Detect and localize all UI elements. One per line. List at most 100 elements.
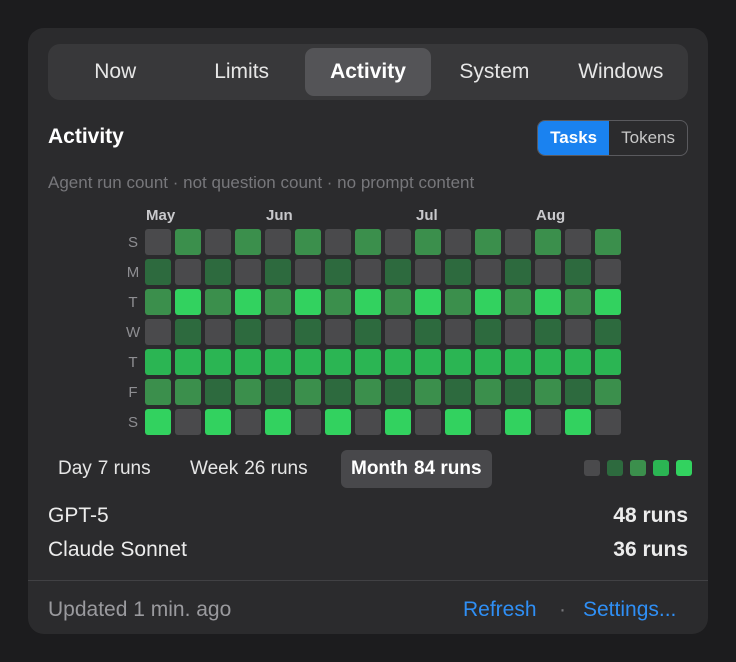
heatmap-cell	[355, 229, 381, 255]
heatmap-cell	[235, 319, 261, 345]
heatmap-cell	[175, 289, 201, 315]
heatmap-cell	[175, 409, 201, 435]
month-label: Jul	[416, 207, 438, 224]
heatmap-cell	[445, 229, 471, 255]
heatmap-cell	[145, 349, 171, 375]
heatmap-cell	[415, 259, 441, 285]
heatmap-cell	[355, 349, 381, 375]
heatmap-cell	[565, 289, 591, 315]
heatmap-cell	[385, 289, 411, 315]
tab-windows[interactable]: Windows	[558, 48, 684, 96]
heatmap-cell	[235, 259, 261, 285]
heatmap-cell	[175, 229, 201, 255]
heatmap-cell	[205, 259, 231, 285]
heatmap-cell	[265, 259, 291, 285]
heatmap-cell	[175, 319, 201, 345]
heatmap-cell	[205, 349, 231, 375]
heatmap-cell	[595, 379, 621, 405]
heatmap-cell	[355, 379, 381, 405]
top-nav: Now Limits Activity System Windows	[48, 44, 688, 100]
heatmap-cell	[295, 349, 321, 375]
heatmap-cell	[265, 229, 291, 255]
heatmap-cell	[505, 319, 531, 345]
heatmap-cell	[145, 409, 171, 435]
updated-status: Updated 1 min. ago	[48, 598, 232, 621]
heatmap-cell	[535, 259, 561, 285]
tab-activity[interactable]: Activity	[304, 48, 432, 96]
heatmap-cell	[595, 229, 621, 255]
heatmap-cell	[205, 289, 231, 315]
model-name-claude: Claude Sonnet	[48, 538, 187, 561]
footer-separator: ·	[559, 598, 566, 621]
heatmap-cell	[265, 409, 291, 435]
heatmap-cell	[475, 379, 501, 405]
heatmap-cell	[565, 349, 591, 375]
heatmap-cell	[445, 409, 471, 435]
section-title: Activity	[48, 125, 124, 148]
period-label: Day	[58, 458, 92, 479]
heatmap-cell	[535, 379, 561, 405]
heatmap-cell	[445, 379, 471, 405]
legend-swatch	[607, 460, 623, 476]
heatmap-cell	[145, 259, 171, 285]
weekday-label: S	[127, 414, 138, 431]
heatmap-cell	[535, 319, 561, 345]
heatmap-cell	[565, 409, 591, 435]
settings-link[interactable]: Settings...	[583, 598, 676, 622]
heatmap-cell	[595, 289, 621, 315]
heatmap-cell	[595, 319, 621, 345]
heatmap-cell	[235, 229, 261, 255]
heatmap-cell	[565, 229, 591, 255]
legend-swatch	[584, 460, 600, 476]
period-day[interactable]: Day 7 runs	[48, 450, 161, 488]
heatmap-cell	[235, 409, 261, 435]
heatmap-cell	[235, 289, 261, 315]
legend-swatch	[630, 460, 646, 476]
toggle-tasks[interactable]: Tasks	[538, 121, 610, 155]
heatmap-cell	[475, 349, 501, 375]
heatmap-cell	[415, 229, 441, 255]
heatmap-cell	[205, 409, 231, 435]
heatmap-cell	[265, 349, 291, 375]
heatmap-cell	[145, 379, 171, 405]
heatmap-cell	[475, 409, 501, 435]
heatmap-cell	[385, 379, 411, 405]
period-month[interactable]: Month 84 runs	[341, 450, 492, 488]
heatmap-cell	[145, 229, 171, 255]
tab-system[interactable]: System	[431, 48, 557, 96]
weekday-label: F	[128, 384, 138, 401]
heatmap-cell	[265, 319, 291, 345]
activity-panel: Now Limits Activity System Windows Activ…	[28, 28, 708, 634]
heatmap-cell	[535, 409, 561, 435]
heatmap-cell	[505, 379, 531, 405]
refresh-link[interactable]: Refresh	[463, 598, 537, 622]
month-label: Aug	[536, 207, 566, 224]
period-week[interactable]: Week 26 runs	[180, 450, 318, 488]
tab-now[interactable]: Now	[52, 48, 178, 96]
heatmap-cell	[295, 229, 321, 255]
heatmap-cell	[505, 289, 531, 315]
heatmap-cell	[385, 229, 411, 255]
heatmap-cell	[535, 289, 561, 315]
period-label: Week	[190, 458, 239, 479]
heatmap-cell	[355, 409, 381, 435]
heatmap-cell	[175, 349, 201, 375]
weekday-label: W	[126, 324, 141, 341]
heatmap-cell	[325, 409, 351, 435]
heatmap-cell	[295, 289, 321, 315]
month-label: May	[146, 207, 176, 224]
heatmap-cell	[265, 379, 291, 405]
heatmap-cell	[415, 409, 441, 435]
heatmap-cell	[505, 229, 531, 255]
heatmap-cell	[175, 379, 201, 405]
tab-limits[interactable]: Limits	[178, 48, 304, 96]
heatmap-cell	[385, 409, 411, 435]
heatmap-cell	[205, 229, 231, 255]
heatmap-cell	[295, 379, 321, 405]
heatmap-cell	[235, 349, 261, 375]
heatmap-cell	[415, 379, 441, 405]
heatmap-cell	[565, 259, 591, 285]
heatmap-cell	[595, 259, 621, 285]
toggle-tokens[interactable]: Tokens	[609, 121, 687, 155]
heatmap-cell	[475, 319, 501, 345]
